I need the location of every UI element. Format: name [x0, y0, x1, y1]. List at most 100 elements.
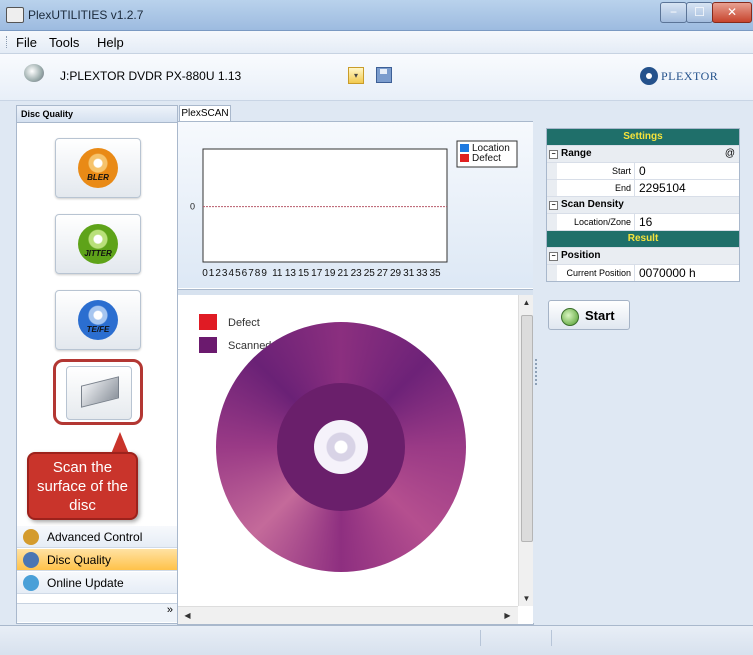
scroll-up-arrow-icon[interactable]: ▲: [519, 295, 534, 310]
play-icon: [561, 308, 579, 326]
tefe-button[interactable]: TE/FE: [55, 290, 141, 350]
app-window: PlexUTILITIES v1.2.7 − ☐ ✕ File Tools He…: [0, 0, 753, 655]
drive-dropdown-button[interactable]: ▾: [348, 67, 364, 84]
menu-help[interactable]: Help: [97, 35, 124, 50]
save-icon[interactable]: [376, 67, 392, 83]
toolbar: J:PLEXTOR DVDR PX-880U 1.13 ▾ PLEXTOR: [0, 54, 753, 101]
collapse-icon[interactable]: −: [549, 252, 558, 261]
x-tick-label: 9: [261, 268, 267, 279]
start-button[interactable]: Start: [548, 300, 630, 330]
range-category[interactable]: − Range @: [547, 146, 739, 163]
x-tick-label: 2: [215, 268, 221, 279]
bler-label: BLER: [87, 173, 109, 182]
maximize-button[interactable]: ☐: [686, 2, 713, 23]
collapse-icon[interactable]: −: [549, 150, 558, 159]
x-tick-label: 23: [351, 268, 363, 279]
x-tick-label: 27: [377, 268, 389, 279]
nav-expand-button[interactable]: »: [17, 603, 177, 622]
start-key: Start: [557, 163, 635, 179]
nav-item-advanced-control[interactable]: Advanced Control: [17, 526, 177, 548]
plextor-logo-mark: [640, 67, 658, 85]
collapse-icon[interactable]: −: [549, 201, 558, 210]
nav-item-disc-quality[interactable]: Disc Quality: [17, 549, 177, 571]
settings-grid: Settings − Range @ Start 0 End 2295104 −…: [546, 128, 740, 282]
x-tick-label: 35: [429, 268, 441, 279]
horizontal-scrollbar[interactable]: ◀ ▶: [178, 606, 518, 624]
chart-area: 0 0 1 2 3 4 5 6 7 8 9 11 13 15 17 19 21 23 25 27 29 31 33 35 Loc…: [178, 122, 533, 288]
scroll-down-arrow-icon[interactable]: ▼: [519, 591, 534, 606]
disc-quality-icon: [23, 552, 39, 568]
globe-icon: [23, 575, 39, 591]
scan-density-category[interactable]: − Scan Density: [547, 197, 739, 214]
x-tick-label: 29: [390, 268, 402, 279]
bler-disc-icon: BLER: [78, 148, 118, 188]
plextor-logo-text: PLEXTOR: [661, 68, 719, 83]
vertical-splitter[interactable]: [533, 121, 539, 623]
settings-header: Settings: [547, 129, 739, 146]
left-panel-header: Disc Quality: [17, 106, 177, 123]
position-label: Position: [561, 250, 601, 261]
status-segment: [0, 630, 481, 646]
plexscan-button[interactable]: [53, 359, 143, 425]
optical-drive-icon: [81, 376, 119, 408]
end-key: End: [557, 180, 635, 196]
vertical-scrollbar[interactable]: ▲ ▼: [518, 295, 534, 606]
x-tick-label: 31: [403, 268, 415, 279]
jitter-label: JITTER: [84, 249, 112, 258]
location-zone-key: Location/Zone: [557, 214, 635, 230]
current-position-row[interactable]: Current Position 0070000 h: [547, 265, 739, 281]
row-gutter: [547, 163, 557, 179]
legend-swatch: [460, 154, 469, 162]
row-gutter: [547, 180, 557, 196]
scan-chart: 00 1 2 3 4 5 6 7 8 9 11 13 15 17 19 21 23 25 27 29 31 33 35Loc…: [190, 140, 518, 279]
right-panel: Settings − Range @ Start 0 End 2295104 −…: [540, 121, 745, 623]
disc-hub: [314, 420, 368, 474]
position-category[interactable]: − Position: [547, 248, 739, 265]
scroll-left-arrow-icon[interactable]: ◀: [180, 608, 195, 623]
minimize-button[interactable]: −: [660, 2, 687, 23]
drive-selector[interactable]: J:PLEXTOR DVDR PX-880U 1.13: [60, 69, 241, 83]
menu-file[interactable]: File: [16, 35, 37, 50]
start-value[interactable]: 0: [639, 163, 646, 179]
x-tick-label: 15: [298, 268, 310, 279]
nav-item-online-update[interactable]: Online Update: [17, 572, 177, 594]
close-button[interactable]: ✕: [712, 2, 752, 23]
menu-tools[interactable]: Tools: [49, 35, 79, 50]
row-gutter: [547, 265, 557, 281]
status-segment: [481, 630, 552, 646]
start-button-label: Start: [585, 308, 615, 323]
left-panel: Disc Quality BLER JITTER TE/FE Advanced …: [16, 105, 178, 624]
disc-map-area: Defect Scanned: [178, 295, 518, 606]
x-tick-label: 1: [209, 268, 215, 279]
end-value[interactable]: 2295104: [639, 180, 686, 196]
window-title: PlexUTILITIES v1.2.7: [28, 8, 144, 22]
plexscan-button-face: [66, 366, 132, 420]
x-tick-label: 4: [229, 268, 235, 279]
range-end-row[interactable]: End 2295104: [547, 180, 739, 197]
bler-button[interactable]: BLER: [55, 138, 141, 198]
nav-item-label: Disc Quality: [47, 553, 112, 567]
location-zone-row[interactable]: Location/Zone 16: [547, 214, 739, 231]
range-start-row[interactable]: Start 0: [547, 163, 739, 180]
plot-area: [202, 148, 448, 263]
vertical-scroll-thumb[interactable]: [521, 315, 533, 542]
tefe-disc-icon: TE/FE: [78, 300, 118, 340]
x-tick-label: 7: [248, 268, 254, 279]
gear-icon: [23, 529, 39, 545]
jitter-button[interactable]: JITTER: [55, 214, 141, 274]
x-tick-label: 11: [272, 268, 283, 279]
legend-label: Defect: [472, 153, 501, 164]
callout-tail: [111, 432, 129, 454]
location-zone-value[interactable]: 16: [639, 214, 652, 230]
current-position-value: 0070000 h: [639, 266, 696, 280]
x-tick-label: 5: [235, 268, 241, 279]
scroll-right-arrow-icon[interactable]: ▶: [500, 608, 515, 623]
tab-plexscan[interactable]: PlexSCAN: [179, 105, 231, 121]
x-tick-label: 0: [202, 268, 208, 279]
at-icon[interactable]: @: [725, 146, 735, 162]
x-tick-label: 21: [337, 268, 349, 279]
plextor-logo: PLEXTOR: [640, 67, 718, 85]
menu-bar: File Tools Help: [0, 31, 753, 54]
nav-item-label: Online Update: [47, 576, 124, 590]
x-tick-label: 17: [311, 268, 323, 279]
